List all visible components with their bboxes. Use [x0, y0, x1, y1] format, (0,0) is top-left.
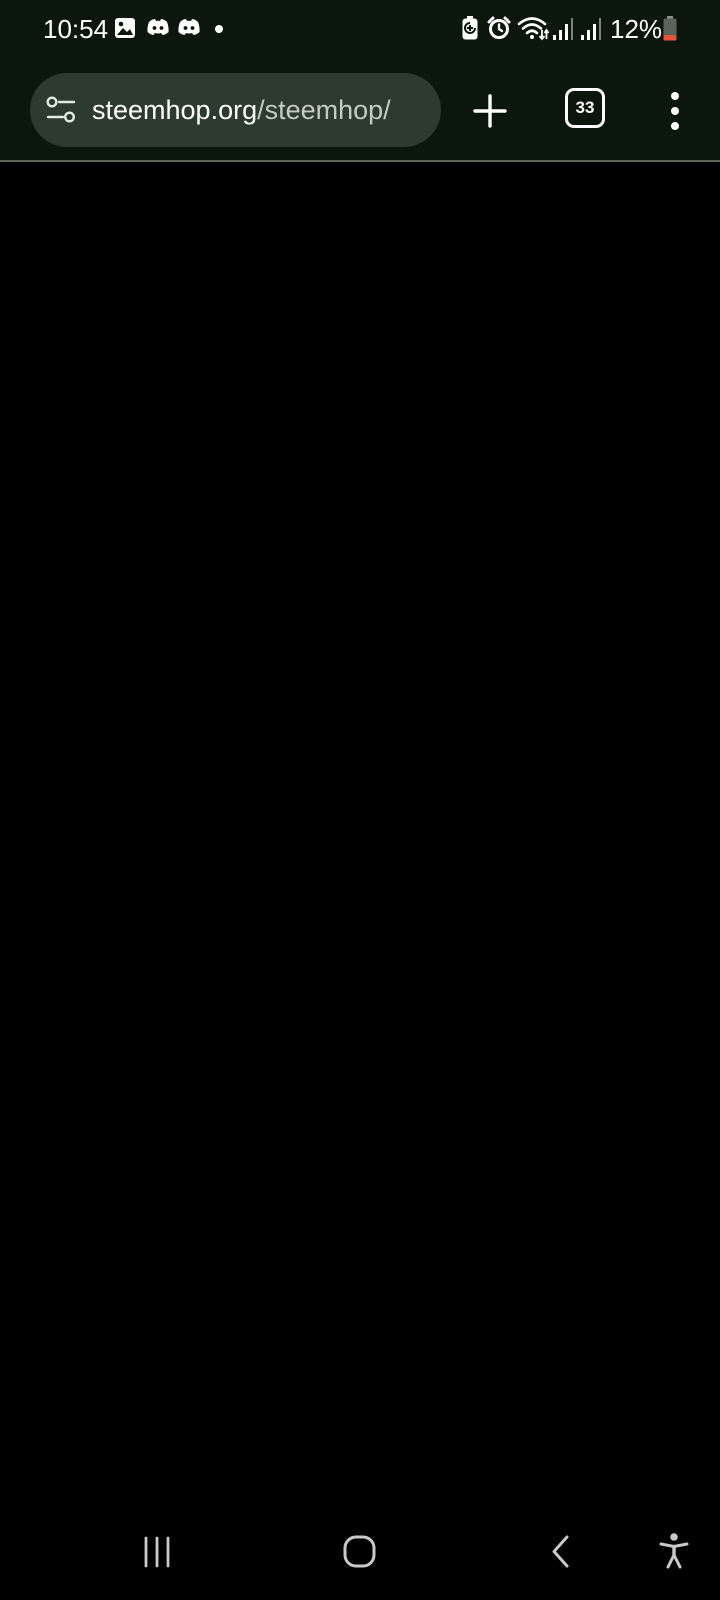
more-vertical-icon — [671, 92, 679, 100]
plus-icon — [473, 94, 507, 128]
battery-saver-icon — [462, 16, 478, 40]
home-icon[interactable] — [340, 1532, 380, 1572]
new-tab-button[interactable] — [464, 85, 516, 137]
discord-icon — [178, 19, 200, 35]
url-bar[interactable]: steemhop.org/steemhop/ — [30, 73, 441, 147]
tab-switcher-button[interactable]: 33 — [565, 88, 605, 128]
site-settings-icon[interactable] — [46, 96, 76, 124]
back-icon[interactable] — [548, 1533, 574, 1571]
alarm-icon — [487, 16, 511, 39]
discord-icon — [147, 19, 169, 35]
signal-icon — [553, 18, 573, 40]
url-path: /steemhop/ — [257, 95, 391, 125]
status-bar: 10:54 12% — [0, 0, 720, 58]
wifi-icon — [517, 17, 549, 41]
url-host: steemhop.org — [92, 95, 258, 125]
dot-icon — [215, 25, 223, 33]
web-page-content[interactable] — [0, 162, 720, 1524]
accessibility-icon[interactable] — [658, 1531, 690, 1571]
recents-icon[interactable] — [140, 1534, 176, 1570]
navigation-bar — [0, 1524, 720, 1600]
battery-icon — [663, 16, 677, 41]
browser-toolbar: steemhop.org/steemhop/ 33 — [0, 58, 720, 162]
image-icon — [115, 18, 135, 38]
battery-percent: 12% — [610, 14, 663, 44]
url-text[interactable]: steemhop.org/steemhop/ — [92, 92, 391, 128]
phone-screen: 10:54 12% steemhop.org/steemhop/ 33 — [0, 0, 720, 1600]
more-options-menu-button[interactable] — [662, 86, 690, 136]
status-time: 10:54 — [43, 14, 109, 44]
signal-icon — [581, 18, 601, 40]
